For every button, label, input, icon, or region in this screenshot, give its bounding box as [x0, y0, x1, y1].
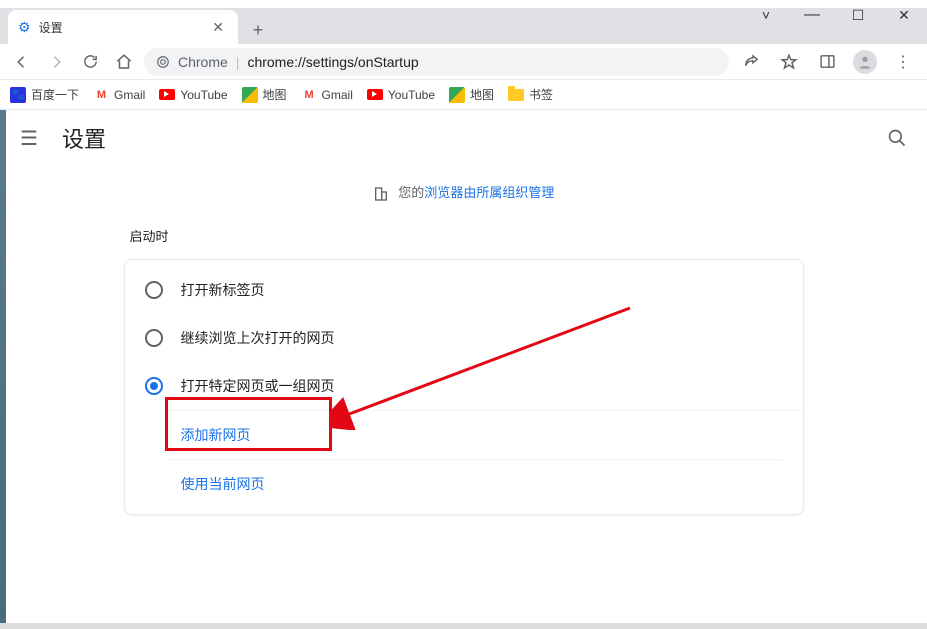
bookmark-item[interactable]: 书签	[508, 86, 553, 103]
bookmark-label: 地图	[470, 86, 494, 103]
window-controls: ˅ — ☐ ✕	[743, 0, 927, 30]
bookmark-item[interactable]: M Gmail	[301, 87, 353, 103]
settings-content: 启动时 打开新标签页 继续浏览上次打开的网页 打开特定网页或一组网页 添加新网页…	[0, 220, 927, 515]
close-window-button[interactable]: ✕	[881, 0, 927, 30]
section-title-startup: 启动时	[124, 220, 804, 259]
url-separator: |	[236, 54, 240, 70]
radio-option-new-tab[interactable]: 打开新标签页	[125, 266, 803, 314]
bookmark-item[interactable]: YouTube	[159, 88, 227, 102]
youtube-icon	[367, 89, 383, 100]
search-icon[interactable]	[887, 128, 907, 148]
gmail-icon: M	[93, 87, 109, 103]
bookmark-label: YouTube	[388, 88, 435, 102]
side-panel-icon[interactable]	[811, 48, 843, 76]
browser-toolbar: Chrome | chrome://settings/onStartup ⋮	[0, 44, 927, 80]
baidu-icon: 🐾	[10, 87, 26, 103]
organization-icon	[373, 186, 389, 202]
managed-by-org-banner: 您的浏览器由所属组织管理	[0, 166, 927, 220]
startup-card: 打开新标签页 继续浏览上次打开的网页 打开特定网页或一组网页 添加新网页 使用当…	[124, 259, 804, 515]
desktop-bottom-edge	[0, 623, 927, 629]
radio-label: 继续浏览上次打开的网页	[181, 328, 335, 348]
folder-icon	[508, 89, 524, 101]
minimize-button[interactable]: —	[789, 0, 835, 30]
bookmarks-bar: 🐾 百度一下 M Gmail YouTube 地图 M Gmail YouTube 地…	[0, 80, 927, 110]
site-info-icon[interactable]	[156, 55, 170, 69]
maps-icon	[242, 87, 258, 103]
managed-by-org-link[interactable]: 浏览器由所属组织管理	[424, 185, 554, 200]
bookmark-item[interactable]: 地图	[449, 86, 494, 103]
radio-icon[interactable]	[145, 281, 163, 299]
url-scheme: Chrome	[178, 54, 228, 70]
bookmark-item[interactable]: YouTube	[367, 88, 435, 102]
new-tab-button[interactable]: +	[244, 16, 272, 44]
radio-label: 打开特定网页或一组网页	[181, 376, 335, 396]
close-tab-button[interactable]: ✕	[208, 19, 228, 36]
address-bar[interactable]: Chrome | chrome://settings/onStartup	[144, 48, 729, 76]
bookmark-label: 书签	[529, 86, 553, 103]
gear-icon: ⚙	[18, 19, 31, 36]
radio-label: 打开新标签页	[181, 280, 265, 300]
bookmark-label: 地图	[263, 86, 287, 103]
radio-icon[interactable]	[145, 329, 163, 347]
url-path: chrome://settings/onStartup	[247, 54, 418, 70]
browser-tab-settings[interactable]: ⚙ 设置 ✕	[8, 10, 238, 44]
youtube-icon	[159, 89, 175, 100]
kebab-menu-icon[interactable]: ⋮	[887, 48, 919, 76]
share-icon[interactable]	[735, 48, 767, 76]
radio-option-continue[interactable]: 继续浏览上次打开的网页	[125, 314, 803, 362]
maximize-button[interactable]: ☐	[835, 0, 881, 30]
bookmark-label: 百度一下	[31, 86, 79, 103]
settings-title: 设置	[62, 122, 106, 154]
annotation-highlight-box	[165, 397, 332, 451]
tab-title: 设置	[39, 19, 63, 36]
bookmark-item[interactable]: M Gmail	[93, 87, 145, 103]
reload-button[interactable]	[76, 48, 104, 76]
bookmark-star-icon[interactable]	[773, 48, 805, 76]
bookmark-item[interactable]: 地图	[242, 86, 287, 103]
use-current-pages-link[interactable]: 使用当前网页	[167, 460, 783, 508]
bookmark-item[interactable]: 🐾 百度一下	[10, 86, 79, 103]
settings-app-bar: ☰ 设置	[0, 110, 927, 166]
bookmark-label: YouTube	[180, 88, 227, 102]
bookmark-label: Gmail	[114, 88, 145, 102]
gmail-icon: M	[301, 87, 317, 103]
desktop-left-edge	[0, 110, 6, 629]
forward-button[interactable]	[42, 48, 70, 76]
profile-avatar[interactable]	[849, 48, 881, 76]
back-button[interactable]	[8, 48, 36, 76]
radio-icon[interactable]	[145, 377, 163, 395]
home-button[interactable]	[110, 48, 138, 76]
managed-prefix: 您的	[398, 185, 424, 200]
bookmark-label: Gmail	[322, 88, 353, 102]
maps-icon	[449, 87, 465, 103]
menu-icon[interactable]: ☰	[20, 126, 44, 151]
caret-down-icon[interactable]: ˅	[743, 0, 789, 30]
